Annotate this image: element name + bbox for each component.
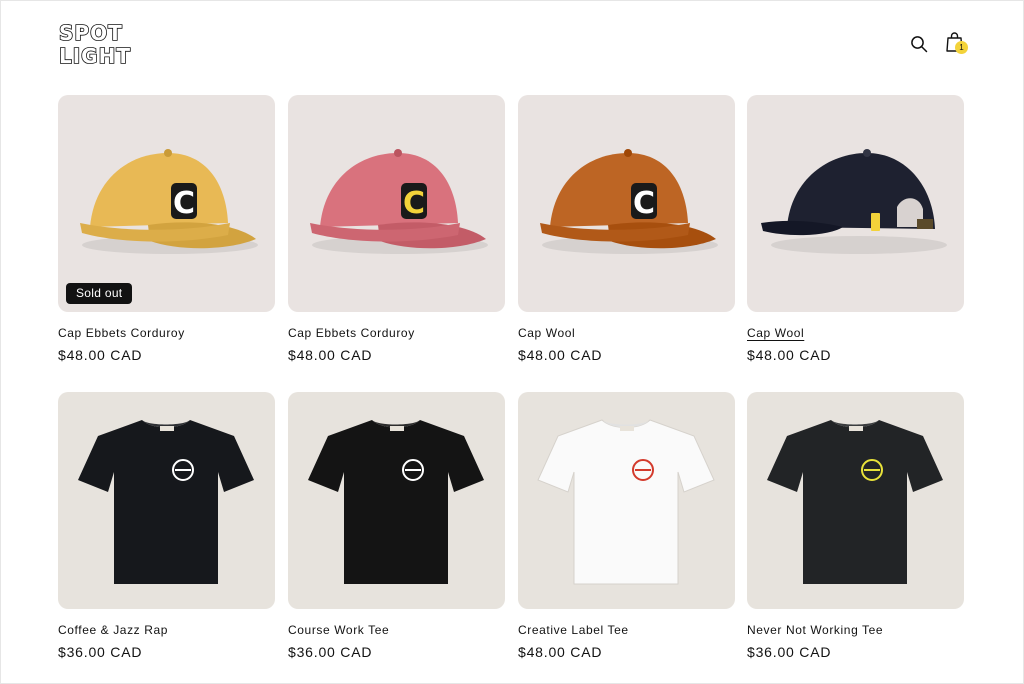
product-image[interactable]: C [288,95,505,312]
product-title[interactable]: Cap Ebbets Corduroy [288,326,415,340]
product-price: $36.00 CAD [58,644,143,660]
product-card[interactable]: Never Not Working Tee $36.00 CAD [747,392,964,660]
cap-logo-letter: C [173,186,195,221]
product-title[interactable]: Cap Wool [747,326,804,340]
product-title[interactable]: Never Not Working Tee [747,623,883,637]
product-card[interactable]: Coffee & Jazz Rap $36.00 CAD [58,392,275,660]
sold-out-badge: Sold out [66,283,133,304]
brand-line-1: SPOT [59,22,123,45]
product-price: $36.00 CAD [288,644,373,660]
product-title[interactable]: Course Work Tee [288,623,389,637]
product-title[interactable]: Cap Ebbets Corduroy [58,326,185,340]
search-icon [911,36,928,53]
product-card[interactable]: Course Work Tee $36.00 CAD [288,392,505,660]
product-image[interactable] [288,392,505,609]
product-image[interactable] [747,95,964,312]
cart-count-badge: 1 [955,41,968,54]
product-price: $48.00 CAD [58,347,143,363]
brand-logo[interactable]: SPOT LIGHT [58,22,158,66]
cap-logo-letter: C [403,186,425,221]
product-title[interactable]: Creative Label Tee [518,623,629,637]
site-header: SPOT LIGHT 1 [0,0,1024,88]
product-image[interactable] [747,392,964,609]
product-price: $48.00 CAD [288,347,373,363]
product-card[interactable]: C Cap Wool $48.00 CAD [518,95,735,363]
product-price: $48.00 CAD [518,347,603,363]
brand-line-2: LIGHT [59,44,131,66]
cap-logo-letter: C [633,186,655,221]
product-card[interactable]: C Sold out Cap Ebbets Corduroy $48.00 CAD [58,95,275,363]
product-price: $48.00 CAD [747,347,832,363]
product-title[interactable]: Coffee & Jazz Rap [58,623,168,637]
brand-wordmark: SPOT LIGHT [58,22,131,66]
product-image[interactable] [58,392,275,609]
product-title[interactable]: Cap Wool [518,326,575,340]
product-card[interactable]: Cap Wool $48.00 CAD [747,95,964,363]
cart-button[interactable]: 1 [942,29,968,55]
product-image[interactable]: C [518,95,735,312]
product-price: $48.00 CAD [518,644,603,660]
search-button[interactable] [906,31,932,57]
product-image[interactable]: C Sold out [58,95,275,312]
product-image[interactable] [518,392,735,609]
product-price: $36.00 CAD [747,644,832,660]
product-card[interactable]: Creative Label Tee $48.00 CAD [518,392,735,660]
product-card[interactable]: C Cap Ebbets Corduroy $48.00 CAD [288,95,505,363]
